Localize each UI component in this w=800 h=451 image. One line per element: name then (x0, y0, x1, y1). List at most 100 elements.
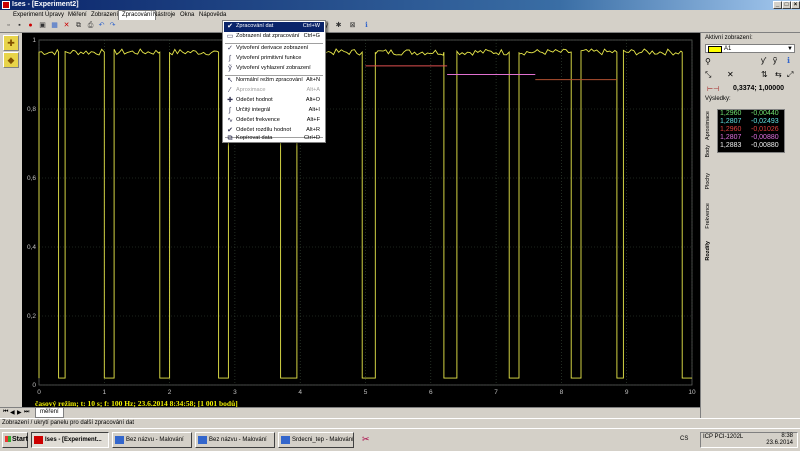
result-x: 1,2807 (720, 134, 742, 141)
chart-icon[interactable]: ▦ (50, 21, 59, 30)
tool-icon[interactable]: ✱ (334, 21, 343, 30)
scale-icon[interactable]: ⤢ (787, 70, 793, 80)
menu-zobrazeni[interactable]: Zobrazení (88, 10, 121, 20)
tab-first-icon[interactable]: ⏮ (3, 409, 8, 416)
pin-icon[interactable]: ⚲ (705, 57, 711, 66)
language-indicator[interactable]: CS (680, 436, 688, 442)
print-icon[interactable]: ⎙ (86, 21, 95, 30)
derivative-icon[interactable]: y' (761, 56, 767, 65)
task-srdecni-tep[interactable]: Srdecni_tep - Malování (278, 432, 354, 448)
scale-icon[interactable]: ⇆ (775, 70, 782, 79)
copy-icon[interactable]: ⧉ (74, 21, 83, 30)
menu-experiment[interactable]: Experiment (10, 10, 46, 20)
task-malovani-1[interactable]: Bez názvu - Malování (112, 432, 192, 448)
ruler-icon: ⊢⊣ (707, 86, 720, 93)
menu-item-vyhlazeni[interactable]: ỹ Vytvoření vyhlazení zobrazení (224, 64, 324, 74)
zpracovani-menu: ✔ Zpracování dat Ctrl+W ▭ Zobrazení dat zpr… (222, 20, 326, 143)
maximize-button[interactable]: □ (782, 1, 791, 9)
system-tray: ICP PCI-1202L 8:38 23.6.2014 (700, 432, 798, 448)
signal-chart[interactable]: 0 1 2 3 4 5 6 7 8 9 10 1 0,8 0,6 0,4 0,2 0 (22, 33, 700, 407)
results-label: Výsledky: (705, 96, 731, 102)
x-tick-label: 6 (429, 389, 433, 396)
menu-item-zobrazeni-dat[interactable]: ▭ Zobrazení dat zpracování Ctrl+G (224, 32, 324, 42)
app-icon (2, 1, 10, 9)
clock-time[interactable]: 8:38 (781, 433, 793, 439)
x-tick-label: 5 (364, 389, 368, 396)
result-x: 1,2883 (720, 142, 742, 149)
zoom-out-icon[interactable]: ◆ (3, 52, 19, 68)
display-icon: ▭ (226, 33, 234, 40)
tab-mereni[interactable]: měření (35, 408, 64, 418)
paint-icon (115, 436, 124, 444)
smoothing-icon: ỹ (228, 65, 232, 72)
chart-area[interactable]: 0 1 2 3 4 5 6 7 8 9 10 1 0,8 0,6 0,4 0,2 0 (22, 33, 700, 407)
check-icon: ✔ (227, 23, 233, 30)
y-tick-label: 0,4 (27, 244, 36, 251)
vertical-tab-frekvence[interactable]: Frekvence (705, 203, 715, 229)
frequency-icon: ∿ (227, 117, 233, 124)
result-row[interactable]: 1,2807 -0,02493 (719, 118, 781, 126)
menu-okna[interactable]: Okna (177, 10, 197, 20)
menu-item-aproximace[interactable]: ⁄ Aproximace Alt+A (224, 86, 324, 96)
y-tick-label: 0 (32, 382, 36, 389)
menu-item-normalni-rezim[interactable]: ↖ Normální režim zpracování Alt+N (224, 76, 324, 86)
active-view-select[interactable]: A1 ▼ (705, 44, 795, 53)
y-tick-label: 1 (32, 37, 36, 44)
task-malovani-2[interactable]: Bez názvu - Malování (195, 432, 275, 448)
menu-napoveda[interactable]: Nápověda (196, 10, 229, 20)
result-x: 1,2960 (720, 110, 742, 117)
menu-upravy[interactable]: Úpravy (42, 10, 67, 20)
task-ises[interactable]: Ises - [Experiment... (31, 432, 109, 448)
undo-icon[interactable]: ↶ (97, 21, 106, 30)
delete-icon[interactable]: ✕ (62, 21, 71, 30)
smoothing-icon[interactable]: ỹ (773, 56, 777, 65)
stop-icon[interactable]: ● (26, 21, 35, 30)
x-tick-label: 8 (560, 389, 564, 396)
menu-nastroje[interactable]: Nástroje (150, 10, 178, 20)
vertical-tab-body[interactable]: Body (705, 145, 715, 158)
new-icon[interactable]: ▫ (4, 21, 13, 30)
menu-item-primitivni-funkce[interactable]: ∫ Vytvoření primitivní funkce (224, 54, 324, 64)
integral-icon: ∫ (229, 107, 231, 114)
result-row[interactable]: 1,2960 -0,01026 (719, 126, 781, 134)
lock-icon[interactable]: ⊠ (348, 21, 357, 30)
chevron-down-icon[interactable]: ▼ (787, 45, 793, 53)
vertical-tab-aproximace[interactable]: Aproximace (705, 111, 715, 140)
title-bar: Ises - [Experiment2] _ □ × (0, 0, 800, 10)
result-row[interactable]: 1,2807 -0,00880 (719, 134, 781, 142)
info-icon[interactable]: ℹ (787, 56, 790, 65)
clock-date[interactable]: 23.6.2014 (766, 440, 793, 446)
quicklaunch-icon[interactable]: ✂ (362, 434, 370, 445)
menu-item-odecet-hodnot[interactable]: ✚ Odečet hodnot Alt+O (224, 96, 324, 106)
tray-driver-label[interactable]: ICP PCI-1202L (703, 434, 743, 440)
transform-icon[interactable]: ⤡ (705, 70, 711, 80)
info-icon[interactable]: ℹ (362, 21, 371, 30)
tab-prev-icon[interactable]: ◀ (10, 409, 15, 416)
menu-item-derivace[interactable]: ✓ Vytvoření derivace zobrazení (224, 44, 324, 54)
open-icon[interactable]: ▪ (15, 21, 24, 30)
zoom-in-icon[interactable]: ✚ (3, 35, 19, 51)
redo-icon[interactable]: ↷ (108, 21, 117, 30)
start-button[interactable]: Start (2, 432, 28, 448)
save-icon[interactable]: ▣ (38, 21, 47, 30)
tab-last-icon[interactable]: ⏭ (24, 409, 29, 416)
close-button[interactable]: × (791, 1, 800, 9)
normal-mode-icon: ↖ (227, 77, 233, 84)
menu-item-zpracovani-dat[interactable]: ✔ Zpracování dat Ctrl+W (224, 22, 324, 32)
result-row[interactable]: 1,2960 -0,00440 (719, 110, 781, 118)
menu-item-odecet-frekvence[interactable]: ∿ Odečet frekvence Alt+F (224, 116, 324, 126)
menu-item-kopirovat-data[interactable]: ⧉ Kopírovat data Ctrl+D (224, 134, 324, 144)
read-value-icon: ✚ (227, 97, 233, 104)
delete-icon[interactable]: ✕ (727, 70, 734, 79)
minimize-button[interactable]: _ (773, 1, 782, 9)
paint-icon (281, 436, 290, 444)
result-x: 1,2807 (720, 118, 742, 125)
vertical-tab-rozdíly[interactable]: Rozdíly (705, 241, 715, 261)
active-view-value: A1 (724, 46, 732, 52)
vertical-tab-plochy[interactable]: Plochy (705, 173, 715, 190)
menu-mereni[interactable]: Měření (65, 10, 90, 20)
menu-item-urcity-integral[interactable]: ∫ Určitý integrál Alt+I (224, 106, 324, 116)
tab-next-icon[interactable]: ▶ (17, 409, 22, 416)
scale-icon[interactable]: ⇅ (761, 70, 768, 79)
result-row[interactable]: 1,2883 -0,00880 (719, 142, 781, 150)
